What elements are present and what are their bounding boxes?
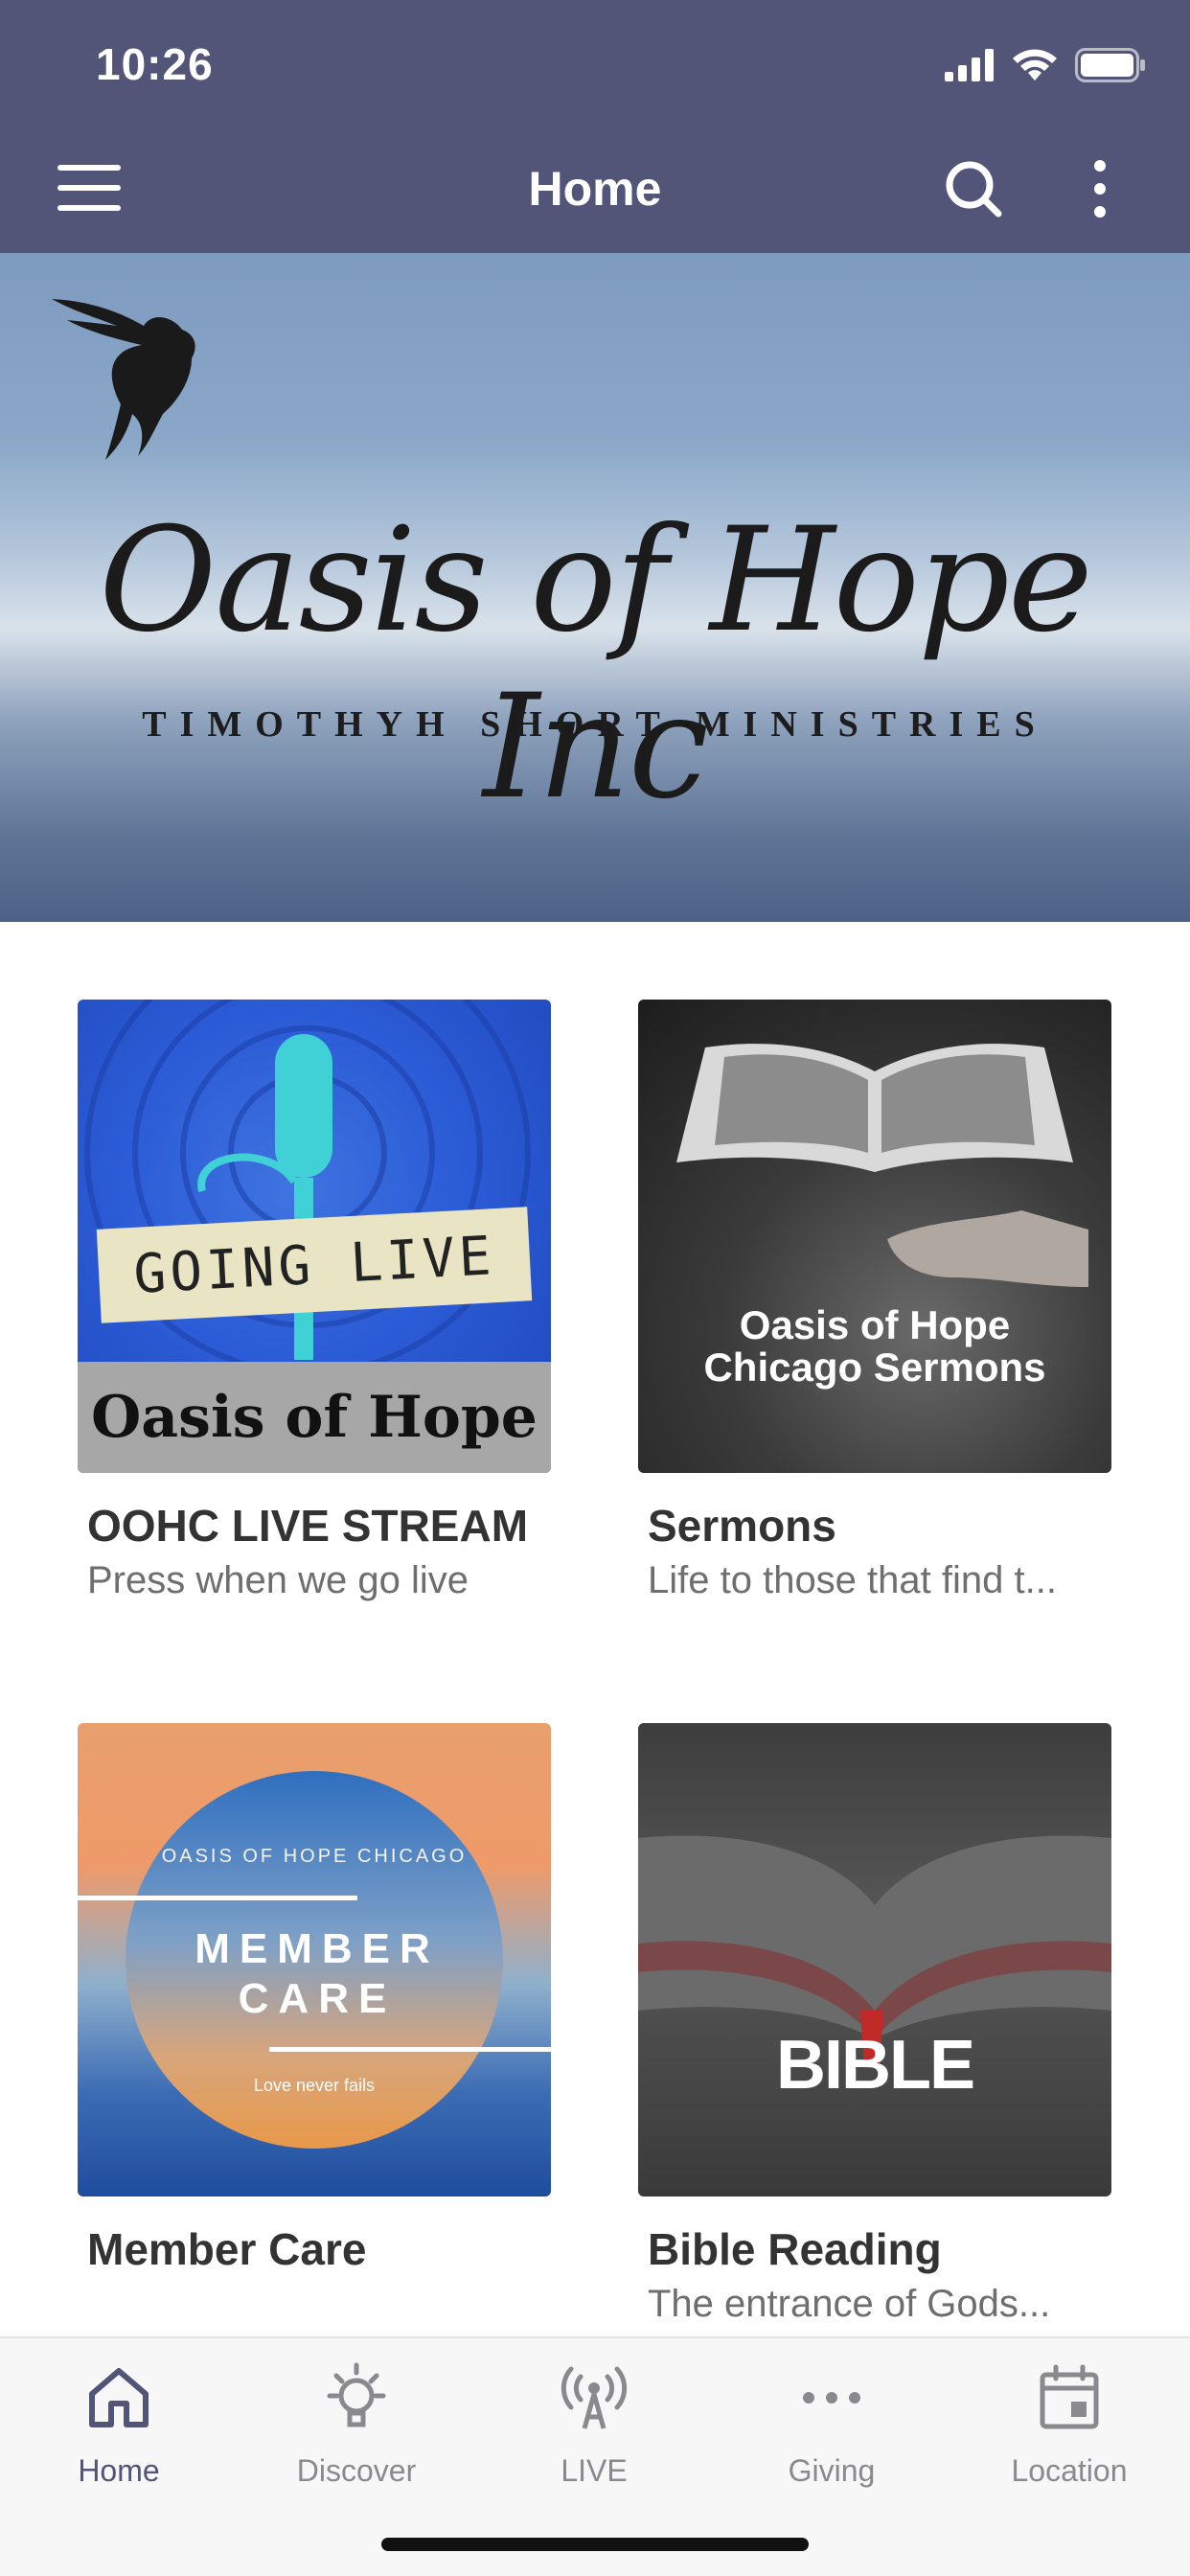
- card-bible-reading[interactable]: BIBLE Bible Reading The entrance of Gods…: [638, 1723, 1111, 2326]
- card-image: GOING LIVE Oasis of Hope: [78, 1000, 551, 1473]
- more-vertical-icon[interactable]: [1083, 158, 1117, 219]
- tab-label: LIVE: [561, 2453, 628, 2488]
- ellipsis-icon: [803, 2392, 860, 2404]
- card-image: Oasis of Hope Chicago Sermons: [638, 1000, 1111, 1473]
- open-book-icon: [676, 1044, 1088, 1287]
- tab-discover[interactable]: Discover: [238, 2359, 475, 2489]
- oasis-of-hope-text: Oasis of Hope: [91, 1384, 538, 1451]
- status-icons: [945, 46, 1146, 84]
- card-live-stream[interactable]: GOING LIVE Oasis of Hope OOHC LIVE STREA…: [78, 1000, 551, 1602]
- card-image-caption: Oasis of Hope Chicago Sermons: [703, 1302, 1046, 1390]
- card-member-care[interactable]: OASIS OF HOPE CHICAGO MEMBER CARE Love n…: [78, 1723, 551, 2283]
- card-subtitle: The entrance of Gods...: [648, 2283, 1051, 2325]
- hero-subtitle: TIMOTHYH SHORT MINISTRIES: [142, 704, 1048, 745]
- home-indicator[interactable]: [381, 2538, 809, 2551]
- going-live-text: GOING LIVE: [131, 1224, 497, 1306]
- signal-icon: [945, 49, 994, 81]
- lightbulb-icon: [327, 2362, 386, 2427]
- image-org-name: OASIS OF HOPE CHICAGO: [161, 1846, 468, 1867]
- divider-line: [78, 1896, 357, 1900]
- tab-label: Home: [78, 2453, 160, 2488]
- hero-banner[interactable]: Oasis of Hope Inc TIMOTHYH SHORT MINISTR…: [0, 253, 1190, 922]
- tab-location[interactable]: Location: [950, 2359, 1188, 2489]
- bible-book-icon: [638, 1835, 1111, 2068]
- calendar-icon: [1040, 2364, 1099, 2429]
- broadcast-icon: [561, 2366, 628, 2429]
- search-icon[interactable]: [943, 158, 1004, 219]
- bible-text: BIBLE: [776, 2027, 975, 2104]
- battery-icon: [1075, 48, 1145, 82]
- header-bar: 10:26 Home: [0, 0, 1190, 253]
- card-title: Sermons: [648, 1501, 836, 1551]
- home-icon: [89, 2368, 149, 2427]
- tab-label: Location: [1011, 2453, 1128, 2488]
- card-image: BIBLE: [638, 1723, 1111, 2196]
- divider-line: [269, 2047, 551, 2052]
- image-heading: MEMBER CARE: [195, 1925, 440, 2022]
- wifi-icon: [1013, 49, 1057, 80]
- tab-home[interactable]: Home: [0, 2359, 238, 2489]
- tab-giving[interactable]: Giving: [713, 2359, 950, 2489]
- dove-logo-icon: [52, 299, 195, 460]
- card-image-caption: Oasis of Hope: [78, 1362, 551, 1473]
- card-subtitle: Press when we go live: [87, 1559, 469, 1601]
- card-title: Bible Reading: [648, 2224, 942, 2274]
- page-title: Home: [528, 162, 662, 216]
- hero-title: Oasis of Hope Inc: [99, 497, 1092, 831]
- tab-label: Discover: [296, 2453, 417, 2488]
- status-time: 10:26: [96, 39, 214, 89]
- card-subtitle: Life to those that find t...: [648, 1559, 1057, 1601]
- tab-live[interactable]: LIVE: [475, 2359, 713, 2489]
- image-caption: Love never fails: [253, 2076, 376, 2095]
- card-title: Member Care: [87, 2224, 367, 2274]
- tab-label: Giving: [788, 2453, 876, 2488]
- card-title: OOHC LIVE STREAM: [87, 1501, 529, 1551]
- card-image: OASIS OF HOPE CHICAGO MEMBER CARE Love n…: [78, 1723, 551, 2196]
- card-sermons[interactable]: Oasis of Hope Chicago Sermons Sermons Li…: [638, 1000, 1111, 1602]
